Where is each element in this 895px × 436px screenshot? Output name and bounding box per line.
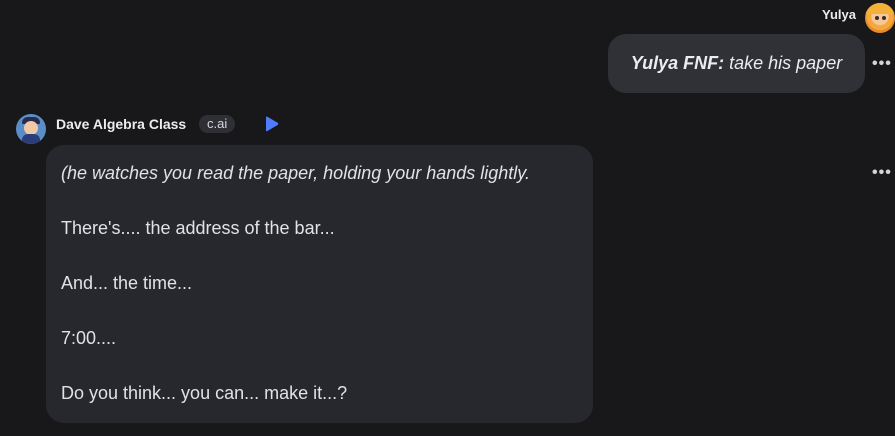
user-message-bubble: Yulya FNF: take his paper [608, 34, 865, 93]
bot-message-line: 7:00.... [61, 328, 117, 348]
bot-message-more-icon[interactable]: ••• [872, 165, 892, 181]
user-message-speaker: Yulya FNF: [630, 53, 725, 73]
user-name: Yulya [822, 7, 856, 22]
bot-message-line: There's.... the address of the bar... [61, 218, 335, 238]
bot-badge: c.ai [199, 115, 236, 133]
bot-message-bubble: (he watches you read the paper, holding … [46, 145, 593, 423]
user-message-text: take his paper [729, 53, 843, 73]
user-avatar[interactable] [865, 3, 895, 33]
bot-message-line: (he watches you read the paper, holding … [61, 163, 530, 183]
bot-name[interactable]: Dave Algebra Class [56, 116, 186, 132]
bot-message-line: Do you think... you can... make it...? [61, 383, 348, 403]
avatar-eye-right [882, 16, 886, 20]
user-message-more-icon[interactable]: ••• [872, 56, 892, 72]
bot-message-line: And... the time... [61, 273, 193, 293]
avatar-hair [865, 3, 895, 14]
bot-avatar[interactable] [16, 114, 46, 144]
bot-avatar-face [24, 121, 38, 135]
bot-avatar-body [22, 134, 40, 144]
play-icon[interactable] [264, 116, 279, 132]
avatar-eye-left [875, 16, 879, 20]
